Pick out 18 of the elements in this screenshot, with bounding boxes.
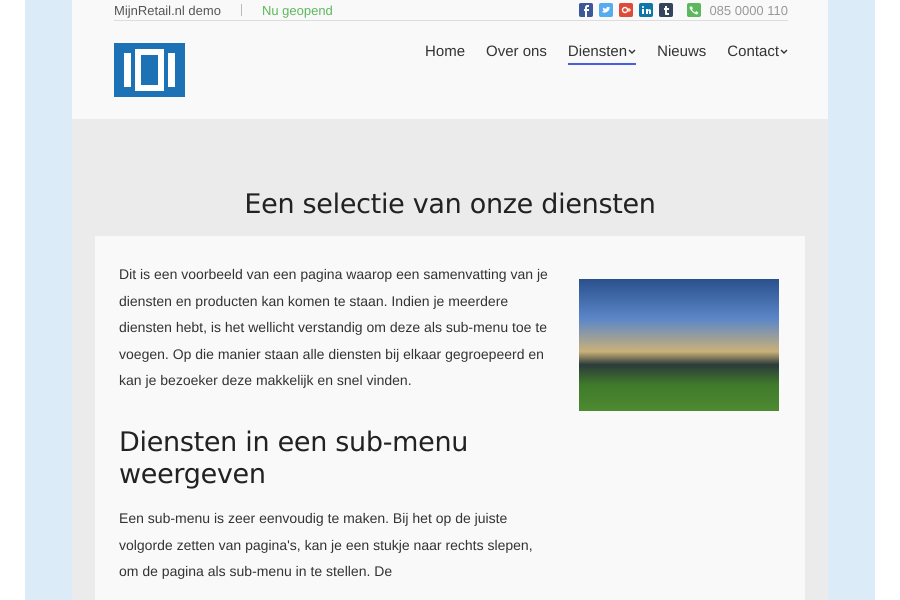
facebook-icon[interactable] — [579, 3, 594, 17]
site-name: MijnRetail.nl demo — [114, 2, 221, 18]
section-paragraph: Een sub-menu is zeer eenvoudig te maken. Bij het op de juiste volgorde zetten van pagina's, kan je een stukje naar rechts slepen, om de pagina als sub-menu in te stellen. De — [119, 509, 534, 581]
opening-status: Nu geopend — [262, 2, 333, 18]
tumblr-icon[interactable] — [659, 3, 674, 17]
nav-link[interactable]: Over ons — [486, 43, 547, 65]
intro-paragraph: Dit is een voorbeeld van een pagina waarop een samenvatting van je diensten en producten kan komen te staan. Indien je meerdere diensten hebt, is het wellicht verstandig om deze als sub-menu toe te voegen. Op die manier staan alle diensten bij elkaar gegroepeerd en kan je bezoeker deze makkelijk en snel vinden. — [119, 265, 549, 390]
nav-link[interactable]: Contact — [727, 43, 788, 65]
nav-link[interactable]: Diensten — [568, 43, 636, 65]
phone-icon — [687, 3, 702, 17]
phone-number: 085 0000 110 — [709, 2, 788, 18]
page-title: Een selectie van onze diensten — [243, 189, 657, 220]
nav-link[interactable]: Nieuws — [657, 43, 706, 65]
linkedin-icon[interactable] — [639, 3, 654, 17]
section-heading: Diensten in een sub-menu weergeven — [119, 427, 470, 491]
google-plus-icon[interactable] — [619, 3, 634, 17]
logo-icon[interactable] — [114, 43, 185, 97]
nav-link[interactable]: Home — [425, 43, 466, 65]
